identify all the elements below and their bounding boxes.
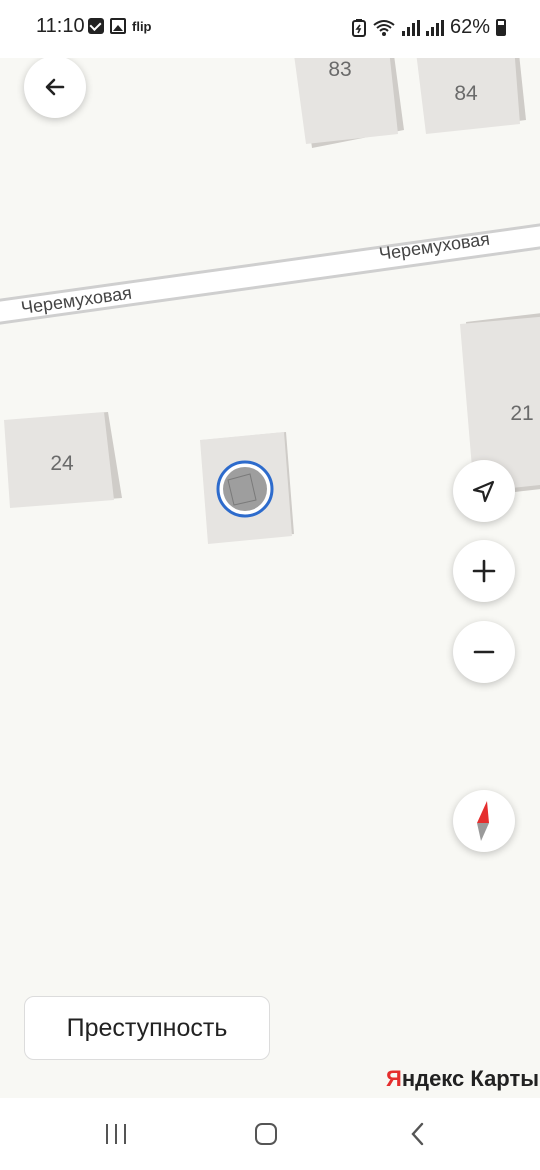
compass-icon [477, 801, 489, 841]
brand-first-letter: Я [386, 1066, 402, 1091]
minus-icon [473, 650, 495, 654]
signal-2-icon [425, 19, 444, 36]
recent-apps-button[interactable] [96, 1114, 136, 1154]
home-icon [255, 1123, 277, 1145]
compass-button[interactable] [453, 790, 515, 852]
house-number-84: 84 [454, 82, 478, 105]
home-button[interactable] [246, 1114, 286, 1154]
flip-label: flip [132, 18, 152, 34]
status-notifications: flip [88, 18, 152, 34]
yandex-maps-logo: Яндекс Карты [386, 1066, 539, 1092]
back-nav-button[interactable] [398, 1114, 438, 1154]
brand-rest: ндекс Карты [401, 1066, 540, 1091]
zoom-out-button[interactable] [453, 621, 515, 683]
status-system-icons: 62% [351, 16, 506, 39]
navigation-arrow-icon [472, 480, 495, 503]
zoom-in-button[interactable] [453, 540, 515, 602]
status-bar: 11:10 flip 62% [0, 0, 540, 58]
battery-icon [496, 19, 506, 36]
status-time: 11:10 [36, 15, 85, 37]
arrow-left-icon [45, 78, 65, 96]
recent-apps-icon [106, 1124, 126, 1144]
signal-icon [401, 19, 420, 36]
back-button[interactable] [24, 56, 86, 118]
house-number-83: 83 [328, 58, 351, 81]
wifi-icon [373, 19, 395, 36]
image-notification-icon [110, 18, 126, 34]
system-nav-bar [0, 1098, 540, 1170]
back-icon [411, 1122, 424, 1146]
plus-icon [472, 559, 496, 583]
battery-percent: 62% [449, 16, 490, 38]
house-number-21: 21 [510, 402, 533, 425]
battery-saver-icon [351, 18, 366, 37]
house-number-24: 24 [50, 452, 74, 475]
my-location-button[interactable] [453, 460, 515, 522]
selection-marker-photo [223, 467, 267, 511]
crime-button-label: Преступность [66, 1013, 228, 1042]
check-notification-icon [88, 18, 104, 34]
crime-button[interactable]: Преступность [24, 996, 270, 1060]
